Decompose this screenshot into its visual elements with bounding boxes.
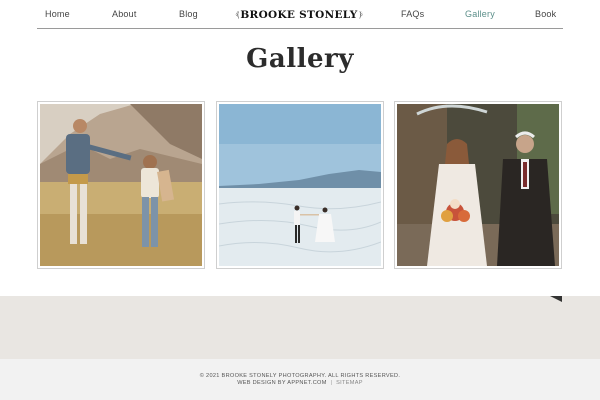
footer-credit[interactable]: WEB DESIGN BY APPNET.COM — [237, 380, 326, 386]
nav-item-home[interactable]: Home — [45, 9, 70, 19]
page-title: Gallery — [246, 44, 354, 74]
gallery-photo-2[interactable] — [216, 101, 384, 269]
couple-salt-flats-photo — [219, 104, 381, 266]
bride-father-rain-photo — [397, 104, 559, 266]
nav-item-gallery[interactable]: Gallery — [465, 9, 495, 19]
logo-text: BROOKE STONELY — [240, 9, 358, 21]
nav-item-faqs[interactable]: FAQs — [401, 9, 424, 19]
nav-divider — [37, 28, 563, 29]
content-band — [0, 296, 600, 359]
site-logo[interactable]: BROOKE STONELY — [235, 6, 363, 24]
gallery-photo-3[interactable] — [394, 101, 562, 269]
corner-flourish-icon — [550, 296, 562, 302]
footer-copyright: © 2021 BROOKE STONELY PHOTOGRAPHY. ALL R… — [199, 373, 401, 379]
nav-item-blog[interactable]: Blog — [179, 9, 198, 19]
footer-credit-line: WEB DESIGN BY APPNET.COM | SITEMAP — [0, 380, 600, 386]
nav-item-about[interactable]: About — [112, 9, 137, 19]
gallery-photo-1[interactable] — [37, 101, 205, 269]
couple-field-photo — [40, 104, 202, 266]
nav-item-book[interactable]: Book — [535, 9, 556, 19]
footer-separator: | — [330, 380, 333, 386]
right-sprig-icon — [359, 11, 363, 19]
site-footer: © 2021 BROOKE STONELY PHOTOGRAPHY. ALL R… — [0, 359, 600, 400]
top-navigation: Home About Blog BROOKE STONELY FAQs Gall… — [0, 0, 600, 30]
footer-sitemap-link[interactable]: SITEMAP — [336, 380, 363, 386]
